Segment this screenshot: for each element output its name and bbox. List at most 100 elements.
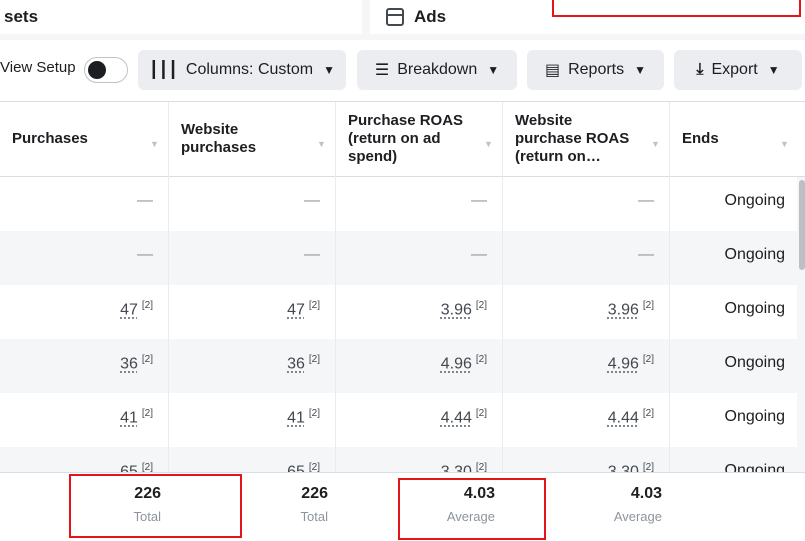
footnote-marker: [2] <box>141 354 153 365</box>
table-cell-purchases: 47 [2] <box>0 285 169 339</box>
footer-value: 4.03 <box>630 485 662 502</box>
table-cell-purchases: — <box>0 177 169 231</box>
table-cell-roas: 3.96 [2] <box>336 285 503 339</box>
sort-caret-icon[interactable]: ▼ <box>780 135 789 153</box>
table-cell-roas: — <box>336 177 503 231</box>
export-button[interactable]: ⤓ Export ▼ <box>674 50 802 90</box>
table-cell-purchases: — <box>0 231 169 285</box>
reports-button-label: Reports <box>568 61 625 78</box>
sort-caret-icon[interactable]: ▼ <box>150 135 159 153</box>
tab-ad-sets[interactable]: sets <box>0 0 362 34</box>
table-row[interactable]: — — — — Ongoing <box>0 231 805 285</box>
column-header-website-purchase-roas[interactable]: Website purchase ROAS (return on… ▼ <box>503 102 670 177</box>
view-setup-toggle[interactable] <box>84 57 128 83</box>
column-header-ends[interactable]: Ends ▼ <box>670 102 797 177</box>
footnote-marker: [2] <box>642 408 654 419</box>
table-cell-website-roas: 4.96 [2] <box>503 339 670 393</box>
cell-content: — <box>471 246 487 264</box>
table-cell-purchases: 41 [2] <box>0 393 169 447</box>
cell-content: 4.44 [2] <box>608 408 654 427</box>
sort-caret-icon[interactable]: ▼ <box>651 135 660 153</box>
column-header-label: Website purchases <box>181 121 257 156</box>
breakdown-icon: ☰ <box>374 62 390 79</box>
sort-caret-icon[interactable]: ▼ <box>317 135 326 153</box>
table-header: Purchases ▼ Website purchases ▼ Purchase… <box>0 102 805 177</box>
table-cell-roas: — <box>336 231 503 285</box>
cell-content: — <box>471 192 487 210</box>
table-cell-website-roas: 3.96 [2] <box>503 285 670 339</box>
column-header-purchases[interactable]: Purchases ▼ <box>0 102 169 177</box>
table-cell-website-roas: — <box>503 177 670 231</box>
reports-icon: ▤ <box>544 62 561 79</box>
cell-content: — <box>638 192 654 210</box>
scrollbar-thumb[interactable] <box>799 180 805 270</box>
cell-content: 41 [2] <box>287 408 320 427</box>
cell-value: Ongoing <box>724 300 786 317</box>
cell-value: Ongoing <box>724 408 786 425</box>
highlight-box-top <box>552 0 801 17</box>
highlight-box-roas-average <box>398 478 546 540</box>
table-row[interactable]: 41 [2] 41 [2] 4.44 [2] 4.44 [2] Ongoing <box>0 393 805 447</box>
footnote-marker: [2] <box>475 354 487 365</box>
column-header-label: Website purchase ROAS (return on… <box>515 112 630 165</box>
cell-value[interactable]: 4.96 <box>608 355 639 372</box>
table-cell-website-roas: 4.44 [2] <box>503 393 670 447</box>
cell-value[interactable]: 41 <box>120 409 138 426</box>
chevron-down-icon: ▼ <box>767 63 780 77</box>
footnote-marker: [2] <box>308 354 320 365</box>
cell-value: Ongoing <box>724 192 786 209</box>
table-cell-ends: Ongoing <box>670 177 797 231</box>
chevron-down-icon: ▼ <box>487 63 500 77</box>
cell-content: Ongoing <box>725 192 786 210</box>
cell-value[interactable]: 4.96 <box>441 355 472 372</box>
cell-value[interactable]: 36 <box>120 355 138 372</box>
footnote-marker: [2] <box>141 300 153 311</box>
columns-button-label: Columns: Custom <box>185 61 314 78</box>
cell-value[interactable]: 3.96 <box>608 301 639 318</box>
footnote-marker: [2] <box>475 300 487 311</box>
cell-content: 3.96 [2] <box>441 300 487 319</box>
cell-content: 4.44 [2] <box>441 408 487 427</box>
columns-button[interactable]: ┃┃┃ Columns: Custom ▼ <box>138 50 346 90</box>
cell-value[interactable]: 4.44 <box>441 409 472 426</box>
cell-value[interactable]: 3.96 <box>441 301 472 318</box>
cell-value[interactable]: 36 <box>287 355 305 372</box>
cell-content: 41 [2] <box>120 408 153 427</box>
cell-value[interactable]: 4.44 <box>608 409 639 426</box>
table-row[interactable]: — — — — Ongoing <box>0 177 805 231</box>
cell-value[interactable]: 47 <box>287 301 305 318</box>
sort-caret-icon[interactable]: ▼ <box>484 135 493 153</box>
cell-value: — <box>304 246 320 263</box>
cell-value: — <box>471 192 487 209</box>
tab-ads-label: Ads <box>414 7 447 26</box>
cell-value[interactable]: 47 <box>120 301 138 318</box>
cell-content: 47 [2] <box>287 300 320 319</box>
toggle-knob <box>88 61 106 79</box>
chevron-down-icon: ▼ <box>323 63 335 77</box>
table-cell-purchases: 36 [2] <box>0 339 169 393</box>
column-header-label: Purchase ROAS (return on ad spend) <box>348 112 464 165</box>
cell-content: 3.96 [2] <box>608 300 654 319</box>
cell-content: Ongoing <box>725 246 786 264</box>
table-row[interactable]: 47 [2] 47 [2] 3.96 [2] 3.96 [2] Ongoing <box>0 285 805 339</box>
table-row[interactable]: 36 [2] 36 [2] 4.96 [2] 4.96 [2] Ongoing <box>0 339 805 393</box>
reports-button[interactable]: ▤ Reports ▼ <box>527 50 664 90</box>
footer-label: Total <box>300 509 328 524</box>
cell-value: Ongoing <box>724 354 786 371</box>
breakdown-button-label: Breakdown <box>397 61 478 78</box>
footnote-marker: [2] <box>308 300 320 311</box>
cell-content: 36 [2] <box>120 354 153 373</box>
footer-value: 226 <box>301 485 328 502</box>
tab-ad-sets-label: sets <box>4 7 39 26</box>
cell-content: 36 [2] <box>287 354 320 373</box>
column-header-purchase-roas[interactable]: Purchase ROAS (return on ad spend) ▼ <box>336 102 503 177</box>
export-icon: ⤓ <box>696 61 704 78</box>
breakdown-button[interactable]: ☰ Breakdown ▼ <box>357 50 517 90</box>
footnote-marker: [2] <box>141 408 153 419</box>
cell-content: 4.96 [2] <box>608 354 654 373</box>
column-header-website-purchases[interactable]: Website purchases ▼ <box>169 102 336 177</box>
footnote-marker: [2] <box>642 354 654 365</box>
cell-value: — <box>137 192 153 209</box>
cell-value[interactable]: 41 <box>287 409 305 426</box>
table-cell-ends: Ongoing <box>670 339 797 393</box>
